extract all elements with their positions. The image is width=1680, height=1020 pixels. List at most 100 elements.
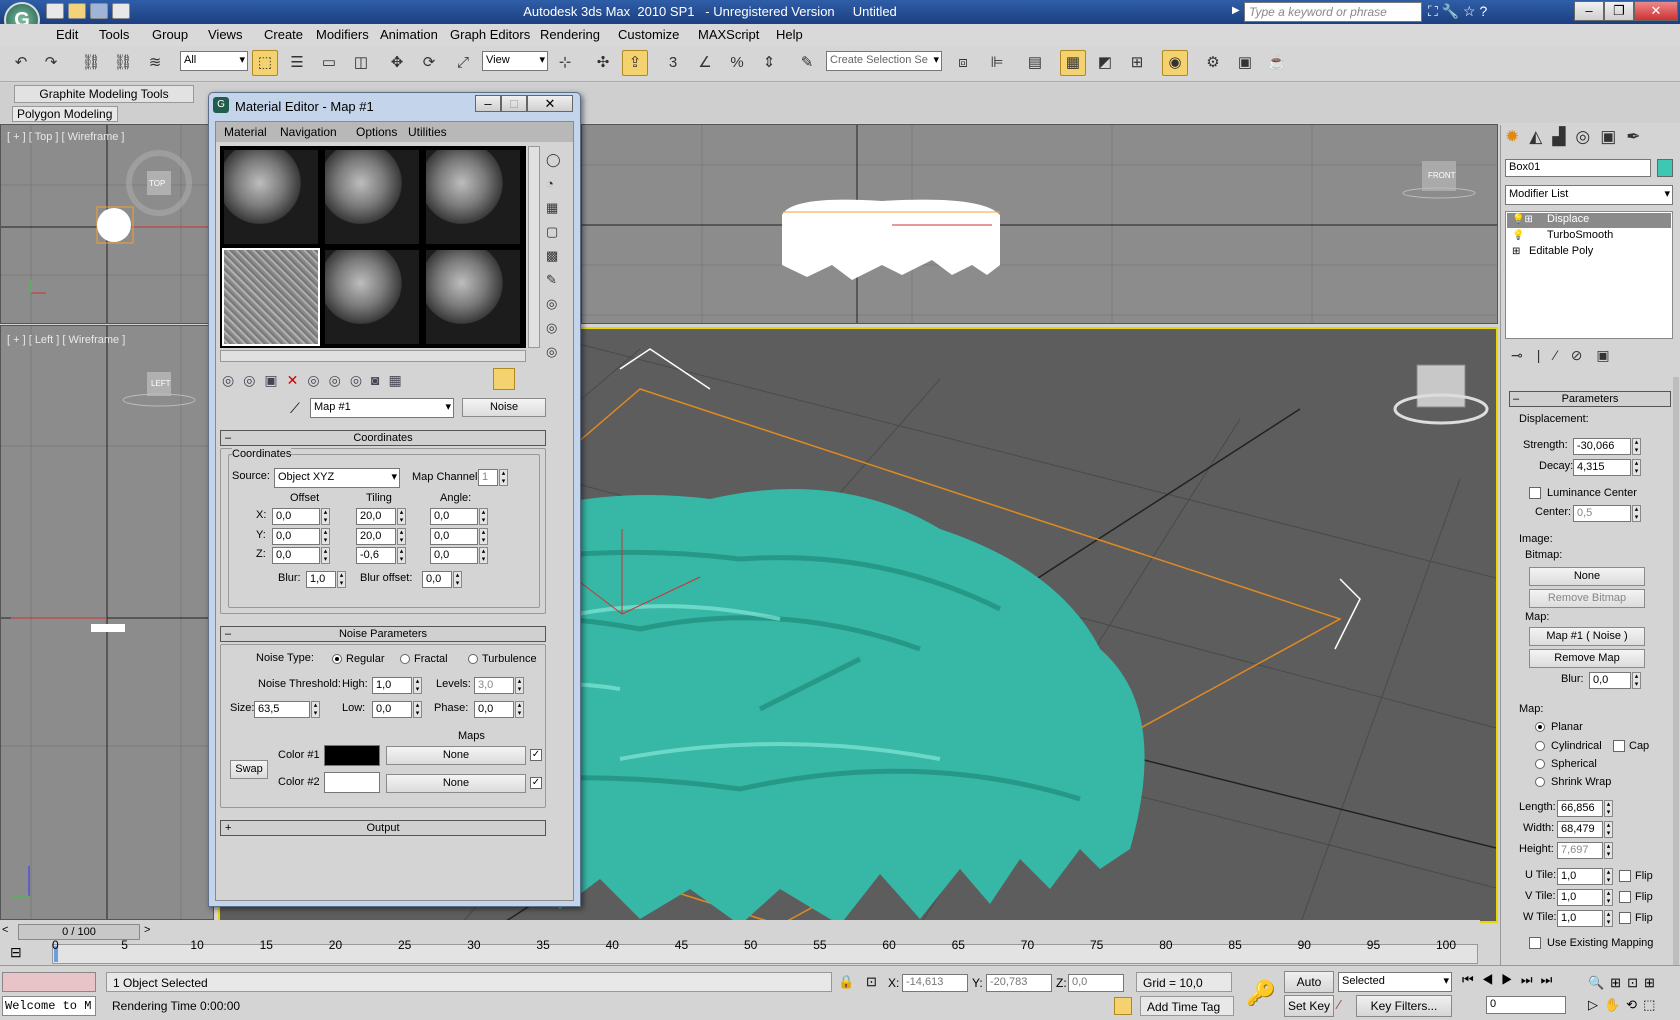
named-selection-dropdown[interactable]: Create Selection Se	[826, 51, 942, 71]
rendered-frame-icon[interactable]: ▣	[1232, 50, 1258, 76]
angle-x-spinner[interactable]: ▴ ▾	[479, 508, 488, 525]
offset-z-input[interactable]: 0,0	[272, 547, 320, 564]
strength-input[interactable]: -30,066	[1573, 438, 1631, 455]
search-input[interactable]: Type a keyword or phrase	[1244, 2, 1422, 22]
scale-icon[interactable]: ⤢	[450, 50, 476, 76]
stack-item-turbosmooth[interactable]: TurboSmooth	[1507, 229, 1671, 244]
mapping-planar-radio[interactable]	[1535, 722, 1545, 732]
tiling-z-spinner[interactable]: ▴ ▾	[397, 547, 406, 564]
mapping-cylindrical-radio[interactable]	[1535, 741, 1545, 751]
pick-material-eyedropper-icon[interactable]: ⟋	[290, 400, 300, 417]
render-production-icon[interactable]: ☕	[1264, 50, 1290, 76]
pivot-center-icon[interactable]: ⊹	[552, 50, 578, 76]
medit-maximize-button[interactable]: □	[501, 95, 527, 112]
medit-menu-navigation[interactable]: Navigation	[280, 125, 337, 139]
angle-y-spinner[interactable]: ▴ ▾	[479, 528, 488, 545]
show-end-result-icon[interactable]	[493, 368, 515, 390]
blur-offset-input[interactable]: 0,0	[422, 571, 452, 588]
window-crossing-icon[interactable]: ◫	[348, 50, 374, 76]
offset-z-spinner[interactable]: ▴ ▾	[321, 547, 330, 564]
angle-z-input[interactable]: 0,0	[430, 547, 478, 564]
time-slider-prev-icon[interactable]: <	[2, 924, 8, 936]
output-rollout-header[interactable]: + Output	[220, 820, 546, 836]
viewcube-front[interactable]: FRONT	[1428, 171, 1456, 180]
stack-toolbar-icons[interactable]: ⊸|⁄⊘▣	[1511, 347, 1624, 364]
snaps-toggle-icon[interactable]: 3	[660, 50, 686, 76]
editable-poly-expand-icon[interactable]: ⊞	[1512, 246, 1520, 257]
keyboard-shortcut-toggle-icon[interactable]: ⇪	[622, 50, 648, 76]
map-channel-spinner[interactable]: ▴ ▾	[499, 469, 508, 486]
source-dropdown[interactable]: Object XYZ	[274, 468, 400, 488]
ribbon-tab-graphite[interactable]: Graphite Modeling Tools	[14, 85, 194, 103]
open-file-icon[interactable]	[68, 3, 86, 19]
viewport-top-left[interactable]: [ + ] [ Top ] [ Wireframe ] TOP	[0, 124, 214, 324]
edit-named-selection-icon[interactable]: ✎	[794, 50, 820, 76]
viewcube-left[interactable]: LEFT	[151, 379, 171, 388]
menu-modifiers[interactable]: Modifiers	[316, 27, 369, 42]
angle-z-spinner[interactable]: ▴ ▾	[479, 547, 488, 564]
luminance-center-checkbox[interactable]	[1529, 487, 1541, 499]
menu-maxscript[interactable]: MAXScript	[698, 27, 759, 42]
phase-spinner[interactable]: ▴ ▾	[515, 701, 524, 718]
wtile-spinner[interactable]: ▴ ▾	[1604, 910, 1613, 927]
command-panel-scrollbar[interactable]	[1673, 377, 1679, 965]
low-spinner[interactable]: ▴ ▾	[413, 701, 422, 718]
undo-icon[interactable]: ↶	[8, 50, 34, 76]
new-file-icon[interactable]	[46, 3, 64, 19]
command-panel-tabs[interactable]: ✹◭▟◎▣✒	[1505, 127, 1651, 147]
viewport-front[interactable]: FRONT	[581, 124, 1498, 324]
track-bar-icon[interactable]: ⊟	[10, 944, 22, 961]
viewport-left-label[interactable]: [ + ] [ Left ] [ Wireframe ]	[7, 334, 125, 346]
select-by-name-icon[interactable]: ☰	[284, 50, 310, 76]
menu-customize[interactable]: Customize	[618, 27, 679, 42]
viewport-left[interactable]: [ + ] [ Left ] [ Wireframe ] LEFT	[0, 325, 214, 920]
map-blur-spinner[interactable]: ▴ ▾	[1632, 672, 1641, 689]
ribbon-subtab-polygon[interactable]: Polygon Modeling	[12, 106, 118, 122]
layer-manager-icon[interactable]: ▤	[1022, 50, 1048, 76]
viewcube-top[interactable]: TOP	[149, 179, 165, 188]
stack-item-editable-poly[interactable]: Editable Poly	[1507, 245, 1671, 260]
lock-selection-icon[interactable]: 🔒	[838, 974, 854, 990]
center-spinner[interactable]: ▴ ▾	[1632, 505, 1641, 522]
redo-icon[interactable]: ↷	[38, 50, 64, 76]
decay-input[interactable]: 4,315	[1573, 459, 1631, 476]
utile-input[interactable]: 1,0	[1557, 868, 1603, 885]
rect-selection-icon[interactable]: ▭	[316, 50, 342, 76]
low-input[interactable]: 0,0	[372, 701, 412, 718]
color1-swatch[interactable]	[324, 745, 380, 766]
noise-type-fractal-radio[interactable]	[400, 654, 410, 664]
size-spinner[interactable]: ▴ ▾	[311, 701, 320, 718]
map-name-dropdown[interactable]: Map #1	[310, 398, 454, 418]
color1-map-checkbox[interactable]: ✓	[530, 749, 542, 761]
object-color-swatch[interactable]	[1657, 159, 1673, 177]
noise-rollout-header[interactable]: – Noise Parameters	[220, 626, 546, 642]
medit-close-button[interactable]: ✕	[527, 95, 573, 112]
time-slider-next-icon[interactable]: >	[144, 924, 150, 936]
offset-x-input[interactable]: 0,0	[272, 508, 320, 525]
coordinates-rollout-header[interactable]: – Coordinates	[220, 430, 546, 446]
offset-y-input[interactable]: 0,0	[272, 528, 320, 545]
center-input[interactable]: 0,5	[1573, 505, 1631, 522]
sample-slot[interactable]	[222, 148, 320, 246]
bottom-toolbar-icons[interactable]: ◎◎▣✕◎◎◎◙▦	[222, 372, 411, 389]
schematic-view-icon[interactable]: ⊞	[1124, 50, 1150, 76]
menu-views[interactable]: Views	[208, 27, 242, 42]
blur-spinner[interactable]: ▴ ▾	[337, 571, 346, 588]
align-icon[interactable]: ⊫	[984, 50, 1010, 76]
height-input[interactable]: 7,697	[1557, 842, 1603, 859]
key-filters-button[interactable]: Key Filters...	[1356, 995, 1452, 1017]
sample-slot[interactable]	[323, 248, 421, 346]
menu-tools[interactable]: Tools	[99, 27, 129, 42]
blur-input[interactable]: 1,0	[306, 571, 336, 588]
rotate-icon[interactable]: ⟳	[416, 50, 442, 76]
width-input[interactable]: 68,479	[1557, 821, 1603, 838]
key-selection-dropdown[interactable]: Selected	[1338, 972, 1452, 992]
selection-filter-dropdown[interactable]: All	[180, 51, 248, 71]
displace-light-icon[interactable]: 💡⊞	[1512, 214, 1533, 225]
menu-animation[interactable]: Animation	[380, 27, 438, 42]
wflip-checkbox[interactable]	[1619, 912, 1631, 924]
cap-checkbox[interactable]	[1613, 740, 1625, 752]
phase-input[interactable]: 0,0	[474, 701, 514, 718]
maximize-button[interactable]: ❐	[1604, 1, 1634, 21]
color1-map-button[interactable]: None	[386, 746, 526, 765]
